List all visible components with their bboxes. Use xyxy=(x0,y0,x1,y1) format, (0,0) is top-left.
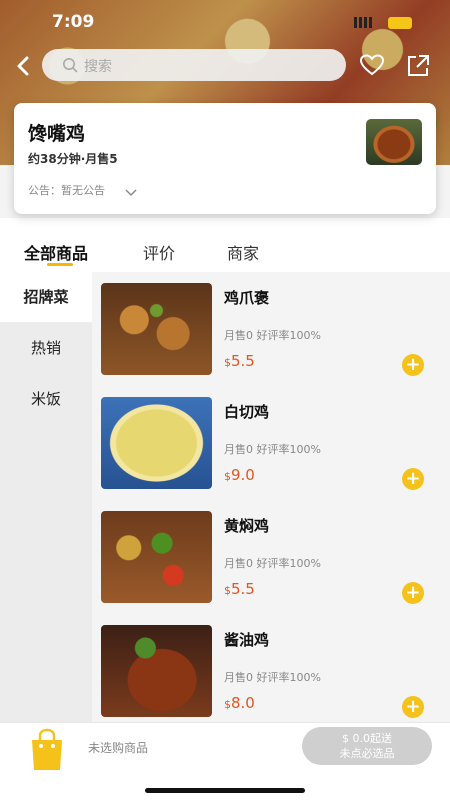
price-currency: $ xyxy=(224,584,231,597)
status-time: 7:09 xyxy=(52,12,95,32)
search-icon xyxy=(62,57,78,77)
product-name: 白切鸡 xyxy=(224,403,270,421)
add-to-cart-button[interactable]: + xyxy=(402,696,424,718)
product-price: $9.0 xyxy=(224,466,255,484)
chevron-down-icon[interactable] xyxy=(124,183,138,202)
add-to-cart-button[interactable]: + xyxy=(402,582,424,604)
product-list: 鸡爪褒 月售0 好评率100% $5.5 + 白切鸡 月售0 好评率100% $… xyxy=(92,272,450,722)
store-logo xyxy=(366,119,422,165)
shopping-bag-icon[interactable] xyxy=(28,728,66,776)
min-order-text: $ 0.0起送 xyxy=(342,732,392,745)
tab-merchant[interactable]: 商家 xyxy=(227,240,259,264)
store-info-card: 馋嘴鸡 约38分钟·月售5 公告：暂无公告 xyxy=(14,103,436,214)
product-price: $8.0 xyxy=(224,694,255,712)
cart-empty-text: 未选购商品 xyxy=(88,741,149,755)
price-value: 5.5 xyxy=(231,580,255,598)
price-currency: $ xyxy=(224,470,231,483)
product-stats: 月售0 好评率100% xyxy=(224,557,321,570)
required-item-note: 未点必选品 xyxy=(339,747,395,760)
product-item[interactable]: 白切鸡 月售0 好评率100% $9.0 + xyxy=(92,386,450,498)
cart-bar: 未选购商品 $ 0.0起送 未点必选品 xyxy=(0,722,450,800)
product-stats: 月售0 好评率100% xyxy=(224,443,321,456)
product-stats: 月售0 好评率100% xyxy=(224,671,321,684)
store-delivery-sales: 约38分钟·月售5 xyxy=(28,152,118,166)
store-notice[interactable]: 公告：暂无公告 xyxy=(28,182,105,198)
add-to-cart-button[interactable]: + xyxy=(402,468,424,490)
status-bar: 7:09 xyxy=(0,0,450,44)
product-price: $5.5 xyxy=(224,580,255,598)
favorite-icon[interactable] xyxy=(359,53,385,81)
product-image xyxy=(101,625,212,717)
product-name: 酱油鸡 xyxy=(224,631,270,649)
category-sidebar: 招牌菜 热销 米饭 xyxy=(0,272,92,722)
home-indicator xyxy=(145,788,305,793)
signal-icon xyxy=(354,17,372,28)
store-name: 馋嘴鸡 xyxy=(28,123,86,145)
product-item[interactable]: 黄焖鸡 月售0 好评率100% $5.5 + xyxy=(92,500,450,612)
category-signature[interactable]: 招牌菜 xyxy=(0,272,92,322)
product-image xyxy=(101,397,212,489)
share-icon[interactable] xyxy=(405,53,431,83)
product-stats: 月售0 好评率100% xyxy=(224,329,321,342)
product-image xyxy=(101,511,212,603)
category-hot[interactable]: 热销 xyxy=(0,323,92,373)
top-bar: 搜索 xyxy=(0,48,450,84)
back-icon[interactable] xyxy=(8,50,38,82)
product-name: 黄焖鸡 xyxy=(224,517,270,535)
product-item[interactable]: 酱油鸡 月售0 好评率100% $8.0 + xyxy=(92,614,450,726)
tab-all-products[interactable]: 全部商品 xyxy=(24,240,88,264)
search-input[interactable]: 搜索 xyxy=(42,49,346,81)
price-currency: $ xyxy=(224,698,231,711)
store-tabs: 全部商品 评价 商家 xyxy=(0,218,450,272)
category-rice[interactable]: 米饭 xyxy=(0,374,92,424)
add-to-cart-button[interactable]: + xyxy=(402,354,424,376)
product-name: 鸡爪褒 xyxy=(224,289,270,307)
price-value: 5.5 xyxy=(231,352,255,370)
search-placeholder: 搜索 xyxy=(84,59,112,75)
active-tab-indicator xyxy=(47,263,73,266)
price-value: 9.0 xyxy=(231,466,255,484)
product-price: $5.5 xyxy=(224,352,255,370)
product-item[interactable]: 鸡爪褒 月售0 好评率100% $5.5 + xyxy=(92,272,450,384)
battery-icon xyxy=(388,17,412,29)
checkout-button[interactable]: $ 0.0起送 未点必选品 xyxy=(302,727,432,765)
tab-reviews[interactable]: 评价 xyxy=(143,240,175,264)
product-image xyxy=(101,283,212,375)
price-value: 8.0 xyxy=(231,694,255,712)
price-currency: $ xyxy=(224,356,231,369)
